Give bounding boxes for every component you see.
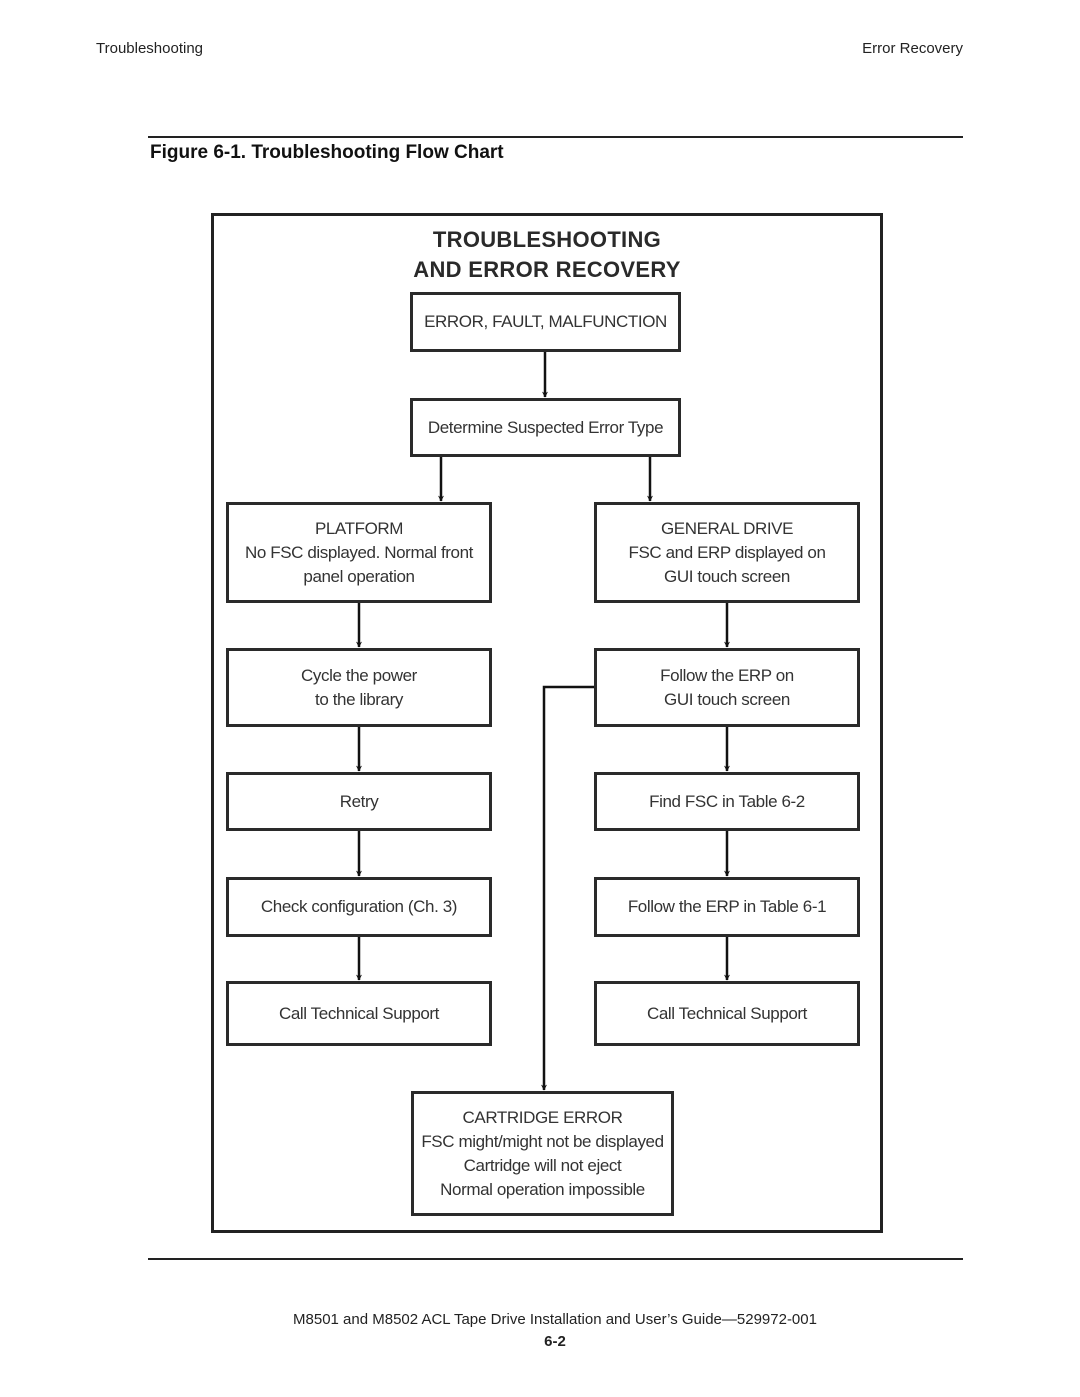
flow-node-text: Determine Suspected Error Type [427, 417, 664, 437]
flow-node-text: GENERAL DRIVE [660, 518, 794, 538]
flow-node-text: Check configuration (Ch. 3) [260, 897, 458, 916]
flow-node-find-fsc: Find FSC in Table 6-2 [594, 772, 860, 831]
flow-node-text: PLATFORM [314, 518, 404, 538]
flow-node-cartridge-error: CARTRIDGE ERROR FSC might/might not be di… [411, 1091, 674, 1216]
flow-node-text: GUI touch screen [664, 689, 790, 709]
flow-node-text: panel operation [303, 566, 415, 586]
bottom-rule [148, 1258, 963, 1260]
flow-node-cycle-power: Cycle the power to the library [226, 648, 492, 727]
flow-node-text: Retry [339, 791, 379, 811]
flow-node-text: Normal operation impossible [440, 1179, 645, 1199]
flow-node-check-config: Check configuration (Ch. 3) [226, 877, 492, 937]
flow-node-text: CARTRIDGE ERROR [462, 1107, 623, 1127]
flow-node-determine: Determine Suspected Error Type [410, 398, 681, 457]
flow-node-text: Follow the ERP on [660, 665, 794, 685]
flow-node-follow-erp-table: Follow the ERP in Table 6-1 [594, 877, 860, 937]
flow-node-call-support-right: Call Technical Support [594, 981, 860, 1046]
arrow-follow-erp-gui-to-cartridge-error [541, 685, 594, 1091]
flow-node-start: ERROR, FAULT, MALFUNCTION [410, 292, 681, 352]
flow-node-text: Follow the ERP in Table 6-1 [627, 897, 827, 916]
flow-node-text: ERROR, FAULT, MALFUNCTION [424, 312, 667, 331]
flow-node-call-support-left: Call Technical Support [226, 981, 492, 1046]
flow-node-text: Call Technical Support [646, 1003, 808, 1023]
flow-node-text: FSC might/might not be displayed [421, 1131, 664, 1151]
flow-node-platform: PLATFORM No FSC displayed. Normal front pa… [226, 502, 492, 603]
flow-node-follow-erp-gui: Follow the ERP on GUI touch screen [594, 648, 860, 727]
flow-node-retry: Retry [226, 772, 492, 831]
flow-node-text: Cycle the power [301, 665, 417, 685]
flow-node-text: Cartridge will not eject [463, 1155, 622, 1175]
flow-node-text: Find FSC in Table 6-2 [649, 791, 805, 811]
flow-node-text: Call Technical Support [278, 1003, 440, 1023]
flow-node-text: FSC and ERP displayed on [628, 542, 826, 562]
page-number: 6-2 [544, 1333, 566, 1350]
flow-node-text: GUI touch screen [664, 566, 790, 586]
flow-node-text: to the library [315, 689, 403, 709]
flow-node-general-drive: GENERAL DRIVE FSC and ERP displayed on GUI… [594, 502, 860, 603]
flow-node-text: No FSC displayed. Normal front [245, 542, 473, 562]
footer-guide-title: M8501 and M8502 ACL Tape Drive Installat… [293, 1311, 817, 1328]
